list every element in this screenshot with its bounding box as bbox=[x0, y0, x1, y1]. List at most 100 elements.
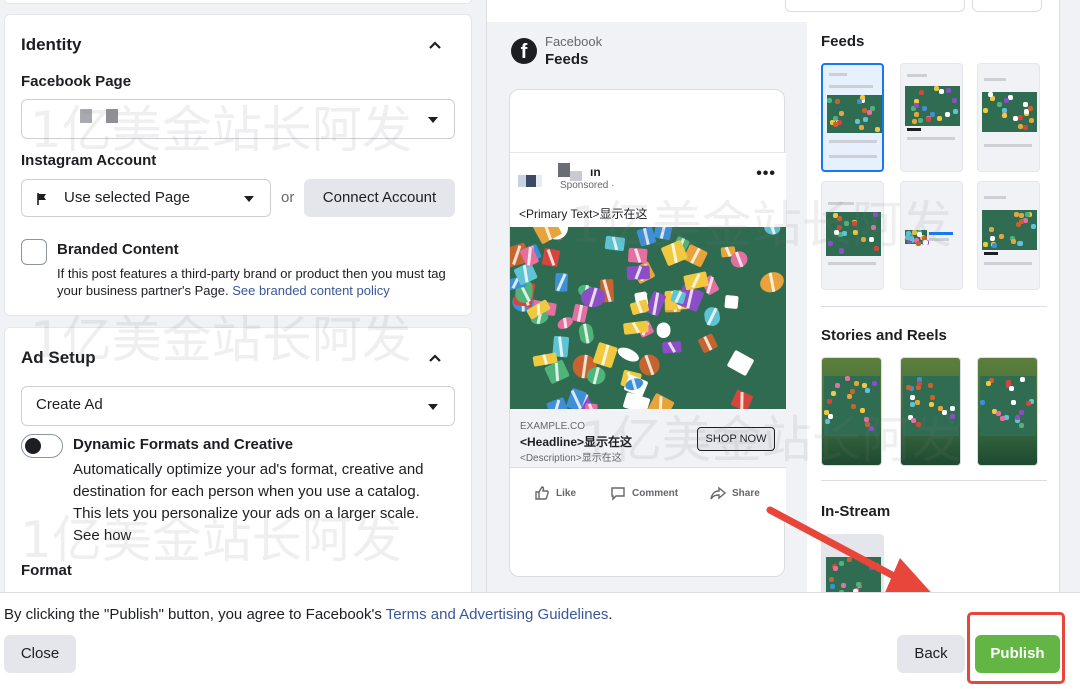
dynamic-formats-desc-3: This lets you personalize your ads on a … bbox=[73, 505, 420, 522]
gift-shape bbox=[1018, 241, 1024, 247]
publish-highlight-box bbox=[967, 612, 1065, 684]
branded-content-checkbox[interactable] bbox=[21, 239, 47, 265]
gift-shape bbox=[989, 227, 995, 233]
gift-shape bbox=[991, 243, 997, 249]
thumb-line bbox=[984, 196, 1006, 199]
gift-shape bbox=[1018, 213, 1024, 219]
shop-now-button[interactable]: SHOP NOW bbox=[697, 427, 775, 451]
chevron-up-icon[interactable] bbox=[429, 39, 441, 51]
gift-shape bbox=[853, 380, 859, 386]
placement-thumb-reels[interactable] bbox=[977, 357, 1038, 466]
gift-shape bbox=[951, 98, 957, 103]
placement-thumb-facebook-feed[interactable] bbox=[821, 63, 884, 172]
gift-shape bbox=[929, 394, 935, 400]
share-icon bbox=[710, 486, 726, 500]
gift-shape bbox=[1002, 112, 1008, 118]
branded-content-desc-text: your business partner's Page. bbox=[57, 283, 229, 298]
thumb-image bbox=[826, 212, 881, 256]
gift-shape bbox=[859, 124, 865, 130]
thumb-line bbox=[829, 140, 877, 143]
instagram-account-select[interactable]: Use selected Page bbox=[21, 179, 271, 217]
share-action[interactable]: Share bbox=[710, 485, 760, 501]
thumb-line bbox=[907, 74, 927, 77]
gift-shape bbox=[997, 101, 1003, 107]
gift-shape bbox=[1010, 238, 1016, 244]
back-button[interactable]: Back bbox=[897, 635, 965, 673]
preview-toolbar-stub-2[interactable] bbox=[972, 0, 1042, 12]
more-options-icon[interactable]: ••• bbox=[756, 165, 776, 183]
facebook-page-select[interactable] bbox=[21, 99, 455, 139]
create-ad-select[interactable]: Create Ad bbox=[21, 386, 455, 426]
gift-shape bbox=[834, 383, 840, 389]
gift-shape bbox=[913, 103, 919, 109]
see-how-link[interactable]: See how bbox=[73, 525, 453, 547]
comment-action[interactable]: Comment bbox=[610, 485, 678, 501]
thumbs-up-icon bbox=[535, 486, 549, 500]
gift-shape bbox=[1008, 385, 1014, 391]
placement-thumb-marketplace[interactable] bbox=[821, 181, 884, 290]
like-action[interactable]: Like bbox=[534, 485, 576, 501]
comment-label: Comment bbox=[632, 487, 679, 499]
gift-shape bbox=[834, 229, 840, 235]
gift-shape bbox=[921, 105, 927, 111]
gift-shape bbox=[950, 414, 956, 420]
preview-placement: Feeds bbox=[545, 51, 589, 68]
placement-thumb-instagram-feed[interactable] bbox=[900, 63, 963, 172]
gift-shape bbox=[1018, 115, 1024, 121]
close-button[interactable]: Close bbox=[4, 635, 76, 673]
gift-shape bbox=[864, 388, 870, 393]
like-label: Like bbox=[556, 487, 577, 499]
gift-shape bbox=[872, 380, 878, 386]
gift-shape bbox=[914, 400, 920, 405]
gift-shape bbox=[1014, 415, 1020, 420]
dynamic-formats-desc-1: Automatically optimize your ad's format,… bbox=[73, 461, 424, 478]
preview-toolbar-stub[interactable] bbox=[785, 0, 965, 12]
gift-shape bbox=[930, 111, 936, 117]
branded-content-policy-link[interactable]: See branded content policy bbox=[232, 283, 390, 298]
gift-shape bbox=[918, 117, 924, 123]
gift-shape bbox=[916, 241, 922, 247]
gift-shape bbox=[827, 98, 832, 104]
previous-card-stub bbox=[4, 0, 472, 4]
dynamic-formats-toggle[interactable] bbox=[21, 434, 63, 458]
section-divider bbox=[821, 480, 1047, 481]
or-text: or bbox=[281, 189, 295, 206]
gift-pattern-graphic bbox=[510, 227, 786, 409]
thumb-line bbox=[984, 144, 1032, 147]
chevron-up-icon[interactable] bbox=[429, 352, 441, 364]
redacted-page-icon bbox=[80, 109, 92, 123]
instagram-label: Instagram Account bbox=[21, 152, 157, 169]
dynamic-formats-desc-2: destination for each person when you use… bbox=[73, 483, 420, 500]
gift-shape bbox=[1018, 409, 1024, 415]
gift-shape bbox=[911, 230, 917, 236]
gift-shape bbox=[944, 111, 950, 117]
redacted-page-name bbox=[558, 163, 570, 177]
gift-shape bbox=[1019, 376, 1025, 382]
placement-thumb-ig-stories[interactable] bbox=[900, 357, 961, 466]
placement-thumb-audience-feed[interactable] bbox=[977, 63, 1040, 172]
gift-shape bbox=[980, 400, 985, 405]
facebook-logo-icon: f bbox=[511, 38, 537, 64]
gift-shape bbox=[928, 382, 934, 388]
identity-title: Identity bbox=[21, 35, 82, 54]
gift-shape bbox=[912, 118, 918, 124]
post-actions: Like Comment Share bbox=[510, 467, 786, 515]
caret-down-icon bbox=[428, 117, 438, 123]
gift-shape bbox=[929, 401, 935, 407]
gift-shape bbox=[866, 110, 872, 116]
connect-account-button[interactable]: Connect Account bbox=[304, 179, 455, 217]
gift-shape bbox=[874, 126, 880, 132]
gift-shape bbox=[952, 108, 958, 114]
placement-thumb-explore[interactable] bbox=[977, 181, 1040, 290]
terms-link[interactable]: Terms and Advertising Guidelines bbox=[386, 606, 609, 623]
instagram-account-value: Use selected Page bbox=[64, 189, 190, 206]
placement-thumb-right-column[interactable] bbox=[900, 181, 963, 290]
gift-shape bbox=[917, 381, 922, 387]
gift-shape bbox=[1023, 218, 1029, 224]
dynamic-formats-title: Dynamic Formats and Creative bbox=[73, 436, 294, 453]
gift-shape bbox=[832, 121, 838, 127]
placement-thumb-fb-stories[interactable] bbox=[821, 357, 882, 466]
gift-shape bbox=[844, 376, 850, 381]
gift-shape bbox=[925, 117, 931, 123]
ad-setup-card: Ad Setup Create Ad Dynamic Formats and C… bbox=[4, 327, 472, 592]
